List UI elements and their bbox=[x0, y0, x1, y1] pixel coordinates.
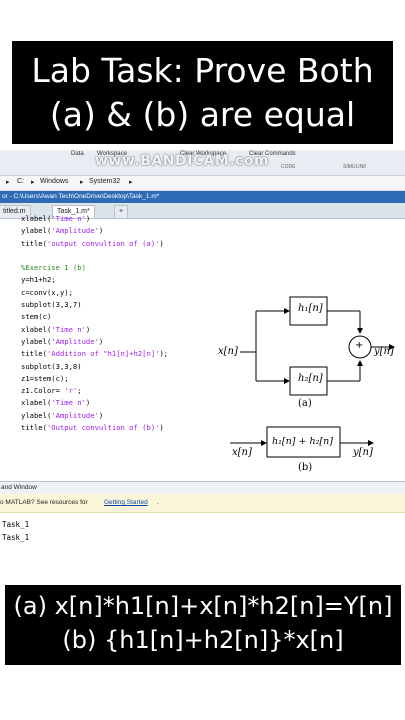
code-token: ) bbox=[98, 226, 104, 236]
code-line[interactable]: xlabel('Time n') bbox=[21, 397, 168, 409]
y-label-b: y[n] bbox=[353, 447, 373, 458]
code-line[interactable]: z1.Color= 'r'; bbox=[21, 385, 168, 397]
code-string: 'Time n' bbox=[51, 324, 86, 334]
code-token: xlabel( bbox=[21, 214, 52, 223]
code-line[interactable]: %Exercise 1 (b) bbox=[21, 262, 168, 274]
code-token: ) bbox=[98, 336, 104, 346]
code-token: ; bbox=[77, 386, 82, 396]
code-token: c=conv(x,y); bbox=[21, 287, 73, 297]
getting-started-link[interactable]: Getting Started bbox=[104, 499, 148, 506]
path-drive[interactable]: C: bbox=[17, 178, 24, 185]
code-token: ) bbox=[98, 410, 104, 420]
answer-banner: (a) x[n]*h1[n]+x[n]*h2[n]=Y[n] (b) {h1[n… bbox=[5, 585, 401, 665]
code-token: xlabel( bbox=[21, 324, 52, 334]
code-token: ylabel( bbox=[21, 226, 52, 236]
answer-line-1: (a) x[n]*h1[n]+x[n]*h2[n]=Y[n] bbox=[13, 592, 393, 620]
command-output: Task_1 Task_1 bbox=[2, 518, 29, 544]
banner-line-2: (a) & (b) are equal bbox=[49, 95, 356, 134]
command-window-header: and Window bbox=[0, 481, 405, 495]
code-token: ) bbox=[85, 324, 91, 334]
code-token: title( bbox=[21, 238, 47, 248]
y-label-a: y[n] bbox=[374, 346, 394, 357]
answer-line-2: (b) {h1[n]+h2[n]}*x[n] bbox=[62, 626, 344, 654]
x-label-a: x[n] bbox=[218, 346, 238, 357]
code-line[interactable]: subplot(3,3,8) bbox=[21, 361, 168, 373]
path-sep-icon: ▸ bbox=[31, 179, 35, 186]
h1-label: h₁[n] bbox=[298, 303, 323, 314]
path-arrow-icon[interactable]: ▸ bbox=[6, 178, 10, 186]
code-string: 'Addition of "h1[n]+h2[n]' bbox=[46, 349, 160, 359]
code-string: 'Amplitude' bbox=[51, 336, 99, 346]
title-banner: Lab Task: Prove Both (a) & (b) are equal bbox=[12, 41, 393, 144]
code-string: 'Amplitude' bbox=[51, 226, 99, 236]
path-seg-windows[interactable]: Windows bbox=[40, 178, 68, 185]
block-diagram: h₁[n] h₂[n] + x[n] y[n] (a) h₁[n] + h₂[n… bbox=[216, 285, 405, 480]
caption-a: (a) bbox=[298, 398, 312, 409]
code-line[interactable]: xlabel('Time n') bbox=[21, 213, 168, 225]
editor-title: or - C:\Users\Awan Tech\OneDrive\Desktop… bbox=[2, 193, 160, 200]
ribbon-section-simulink: SIMULINK bbox=[343, 164, 367, 170]
code-token: subplot(3,3,8) bbox=[21, 361, 82, 371]
code-line[interactable]: ylabel('Amplitude') bbox=[21, 410, 168, 422]
h2-label: h₂[n] bbox=[298, 373, 323, 384]
code-token: ) bbox=[159, 423, 164, 433]
code-token: z1.Color= bbox=[21, 386, 65, 396]
editor-titlebar: or - C:\Users\Awan Tech\OneDrive\Desktop… bbox=[0, 191, 405, 203]
path-bar: ▸ C: ▸ Windows ▸ System32 ▸ bbox=[0, 176, 405, 191]
path-seg-system32[interactable]: System32 bbox=[89, 178, 120, 185]
code-token: ) bbox=[85, 398, 91, 408]
code-line[interactable]: ylabel('Amplitude') bbox=[21, 336, 168, 348]
code-token: title( bbox=[21, 349, 47, 359]
path-sep-icon: ▸ bbox=[80, 179, 84, 186]
ribbon-section-code: CODE bbox=[281, 164, 296, 170]
ribbon-data[interactable]: Data bbox=[71, 151, 84, 157]
code-token: ); bbox=[159, 349, 169, 359]
info-text: o MATLAB? See resources for bbox=[0, 499, 88, 506]
banner-line-1: Lab Task: Prove Both bbox=[31, 51, 374, 90]
code-token: ) bbox=[159, 238, 164, 248]
code-token: title( bbox=[21, 423, 47, 433]
x-label-b: x[n] bbox=[232, 447, 252, 458]
code-string: 'Time n' bbox=[51, 398, 86, 408]
code-token: ) bbox=[85, 214, 91, 223]
command-output-line: Task_1 bbox=[2, 533, 30, 542]
info-bar: o MATLAB? See resources for Getting Star… bbox=[0, 494, 405, 513]
code-line[interactable]: stem(c) bbox=[21, 311, 168, 323]
code-line[interactable]: ylabel('Amplitude') bbox=[21, 225, 168, 237]
code-token: xlabel( bbox=[21, 398, 52, 408]
code-string: 'r' bbox=[64, 386, 78, 396]
code-line[interactable]: xlabel('Time n') bbox=[21, 324, 168, 336]
code-line[interactable]: subplot(3,3,7) bbox=[21, 299, 168, 311]
code-line[interactable] bbox=[21, 250, 168, 262]
command-output-line: Task_1 bbox=[2, 520, 30, 529]
sum-label: h₁[n] + h₂[n] bbox=[272, 436, 333, 447]
matlab-ribbon: Data Workspace Clear Workspace Clear Com… bbox=[0, 150, 405, 176]
code-comment: %Exercise 1 (b) bbox=[21, 263, 86, 273]
code-line[interactable]: title('Addition of "h1[n]+h2[n]'); bbox=[21, 348, 168, 360]
info-suffix: . bbox=[157, 499, 159, 506]
code-line[interactable]: title('Output convultion of (b)') bbox=[21, 422, 168, 434]
code-line[interactable]: c=conv(x,y); bbox=[21, 287, 168, 299]
code-token: ylabel( bbox=[21, 410, 52, 420]
code-token: y=h1+h2; bbox=[21, 275, 56, 285]
code-string: 'Amplitude' bbox=[51, 410, 99, 420]
path-sep-icon: ▸ bbox=[129, 179, 133, 186]
caption-b: (b) bbox=[298, 462, 313, 473]
code-token: z1=stem(c); bbox=[21, 373, 69, 383]
bandicam-watermark: www.BANDICAM.com bbox=[95, 153, 270, 169]
code-line[interactable]: title('output convultion of (a)') bbox=[21, 238, 168, 250]
code-string: 'output convultion of (a)' bbox=[46, 238, 160, 248]
plus-sign: + bbox=[355, 340, 364, 351]
code-string: 'Time n' bbox=[51, 214, 86, 223]
code-token: stem(c) bbox=[21, 312, 52, 322]
code-token: subplot(3,3,7) bbox=[21, 300, 82, 310]
code-line[interactable]: y=h1+h2; bbox=[21, 274, 168, 286]
code-token: ylabel( bbox=[21, 336, 52, 346]
code-lines[interactable]: xlabel('Time n') ylabel('Amplitude') title… bbox=[21, 213, 168, 434]
code-line[interactable]: z1=stem(c); bbox=[21, 373, 168, 385]
command-window-title: and Window bbox=[1, 484, 37, 491]
code-string: 'Output convultion of (b)' bbox=[46, 423, 160, 433]
